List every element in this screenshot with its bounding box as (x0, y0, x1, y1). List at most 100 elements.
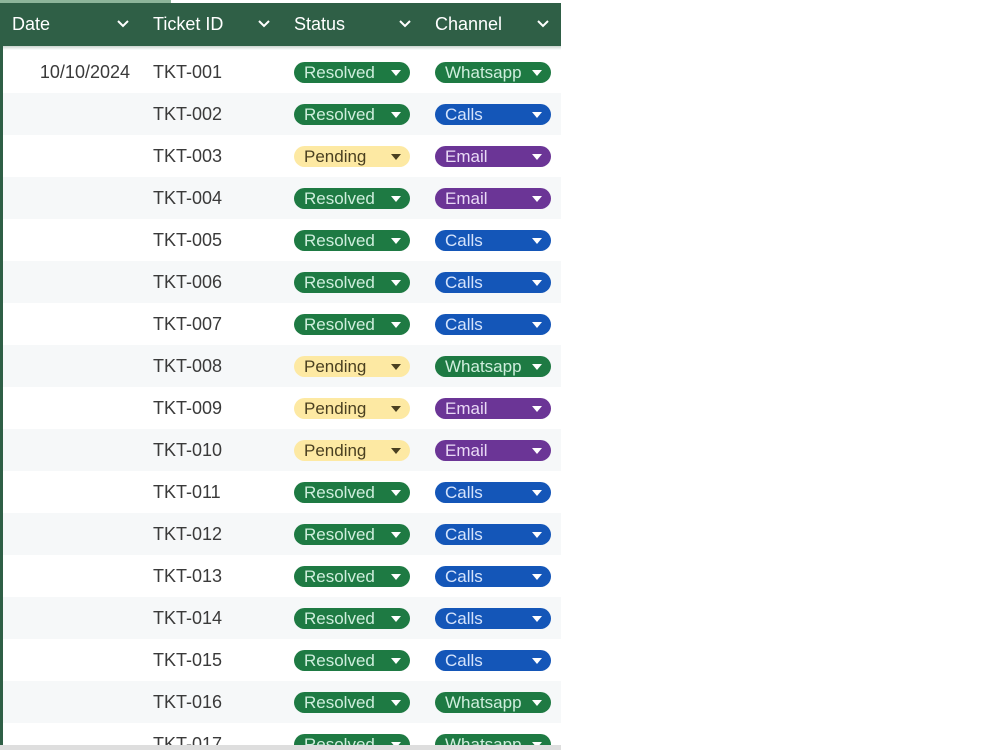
header-ticket-id[interactable]: Ticket ID (141, 3, 282, 46)
table-row[interactable]: TKT-015 Resolved Calls (3, 639, 561, 681)
caret-down-icon[interactable] (391, 111, 401, 118)
channel-chip[interactable]: Email (435, 397, 551, 419)
table-row[interactable]: TKT-016 Resolved Whatsapp (3, 681, 561, 723)
ticket-id-cell[interactable]: TKT-008 (153, 345, 283, 387)
caret-down-icon[interactable] (391, 657, 401, 664)
caret-down-icon[interactable] (391, 699, 401, 706)
caret-down-icon[interactable] (532, 699, 542, 706)
channel-chip[interactable]: Calls (435, 313, 551, 335)
status-chip[interactable]: Resolved (294, 523, 410, 545)
status-chip[interactable]: Resolved (294, 733, 410, 745)
table-row[interactable]: TKT-014 Resolved Calls (3, 597, 561, 639)
table-row[interactable]: TKT-012 Resolved Calls (3, 513, 561, 555)
channel-chip[interactable]: Calls (435, 607, 551, 629)
caret-down-icon[interactable] (391, 573, 401, 580)
channel-chip[interactable]: Calls (435, 103, 551, 125)
caret-down-icon[interactable] (391, 405, 401, 412)
ticket-id-cell[interactable]: TKT-010 (153, 429, 283, 471)
date-cell[interactable] (3, 555, 130, 597)
ticket-id-cell[interactable]: TKT-004 (153, 177, 283, 219)
channel-chip[interactable]: Calls (435, 229, 551, 251)
caret-down-icon[interactable] (532, 237, 542, 244)
table-row[interactable]: 10/10/2024 TKT-001 Resolved Whatsapp (3, 51, 561, 93)
caret-down-icon[interactable] (532, 195, 542, 202)
date-cell[interactable] (3, 471, 130, 513)
status-chip[interactable]: Resolved (294, 691, 410, 713)
caret-down-icon[interactable] (532, 531, 542, 538)
chevron-down-icon[interactable] (115, 16, 131, 32)
caret-down-icon[interactable] (532, 279, 542, 286)
table-row[interactable]: TKT-017 Resolved Whatsapp (3, 723, 561, 745)
ticket-id-cell[interactable]: TKT-009 (153, 387, 283, 429)
caret-down-icon[interactable] (391, 237, 401, 244)
ticket-id-cell[interactable]: TKT-002 (153, 93, 283, 135)
ticket-id-cell[interactable]: TKT-015 (153, 639, 283, 681)
status-chip[interactable]: Resolved (294, 229, 410, 251)
caret-down-icon[interactable] (532, 615, 542, 622)
caret-down-icon[interactable] (532, 489, 542, 496)
status-chip[interactable]: Pending (294, 439, 410, 461)
ticket-id-cell[interactable]: TKT-014 (153, 597, 283, 639)
status-chip[interactable]: Resolved (294, 649, 410, 671)
status-chip[interactable]: Resolved (294, 607, 410, 629)
header-channel[interactable]: Channel (423, 3, 561, 46)
channel-chip[interactable]: Email (435, 439, 551, 461)
ticket-id-cell[interactable]: TKT-003 (153, 135, 283, 177)
table-row[interactable]: TKT-009 Pending Email (3, 387, 561, 429)
table-row[interactable]: TKT-006 Resolved Calls (3, 261, 561, 303)
channel-chip[interactable]: Whatsapp (435, 733, 551, 745)
ticket-id-cell[interactable]: TKT-006 (153, 261, 283, 303)
table-row[interactable]: TKT-008 Pending Whatsapp (3, 345, 561, 387)
table-row[interactable]: TKT-011 Resolved Calls (3, 471, 561, 513)
caret-down-icon[interactable] (391, 195, 401, 202)
header-status[interactable]: Status (282, 3, 423, 46)
channel-chip[interactable]: Whatsapp (435, 355, 551, 377)
chevron-down-icon[interactable] (535, 16, 551, 32)
caret-down-icon[interactable] (391, 531, 401, 538)
ticket-id-cell[interactable]: TKT-005 (153, 219, 283, 261)
date-cell[interactable] (3, 93, 130, 135)
caret-down-icon[interactable] (391, 69, 401, 76)
chevron-down-icon[interactable] (397, 16, 413, 32)
status-chip[interactable]: Pending (294, 397, 410, 419)
ticket-id-cell[interactable]: TKT-011 (153, 471, 283, 513)
table-row[interactable]: TKT-004 Resolved Email (3, 177, 561, 219)
channel-chip[interactable]: Email (435, 145, 551, 167)
ticket-id-cell[interactable]: TKT-001 (153, 51, 283, 93)
table-row[interactable]: TKT-003 Pending Email (3, 135, 561, 177)
table-row[interactable]: TKT-013 Resolved Calls (3, 555, 561, 597)
caret-down-icon[interactable] (532, 405, 542, 412)
caret-down-icon[interactable] (532, 447, 542, 454)
chevron-down-icon[interactable] (256, 16, 272, 32)
caret-down-icon[interactable] (391, 447, 401, 454)
ticket-id-cell[interactable]: TKT-016 (153, 681, 283, 723)
channel-chip[interactable]: Email (435, 187, 551, 209)
date-cell[interactable] (3, 135, 130, 177)
table-row[interactable]: TKT-005 Resolved Calls (3, 219, 561, 261)
date-cell[interactable] (3, 597, 130, 639)
date-cell[interactable] (3, 429, 130, 471)
channel-chip[interactable]: Calls (435, 565, 551, 587)
date-cell[interactable] (3, 723, 130, 745)
channel-chip[interactable]: Calls (435, 481, 551, 503)
date-cell[interactable] (3, 681, 130, 723)
caret-down-icon[interactable] (391, 489, 401, 496)
channel-chip[interactable]: Calls (435, 649, 551, 671)
caret-down-icon[interactable] (391, 363, 401, 370)
date-cell[interactable]: 10/10/2024 (3, 51, 130, 93)
date-cell[interactable] (3, 345, 130, 387)
caret-down-icon[interactable] (391, 321, 401, 328)
date-cell[interactable] (3, 639, 130, 681)
status-chip[interactable]: Pending (294, 145, 410, 167)
caret-down-icon[interactable] (532, 111, 542, 118)
channel-chip[interactable]: Calls (435, 523, 551, 545)
caret-down-icon[interactable] (532, 69, 542, 76)
ticket-id-cell[interactable]: TKT-017 (153, 723, 283, 746)
caret-down-icon[interactable] (532, 363, 542, 370)
channel-chip[interactable]: Whatsapp (435, 691, 551, 713)
status-chip[interactable]: Resolved (294, 103, 410, 125)
date-cell[interactable] (3, 261, 130, 303)
caret-down-icon[interactable] (391, 279, 401, 286)
caret-down-icon[interactable] (532, 321, 542, 328)
table-row[interactable]: TKT-007 Resolved Calls (3, 303, 561, 345)
